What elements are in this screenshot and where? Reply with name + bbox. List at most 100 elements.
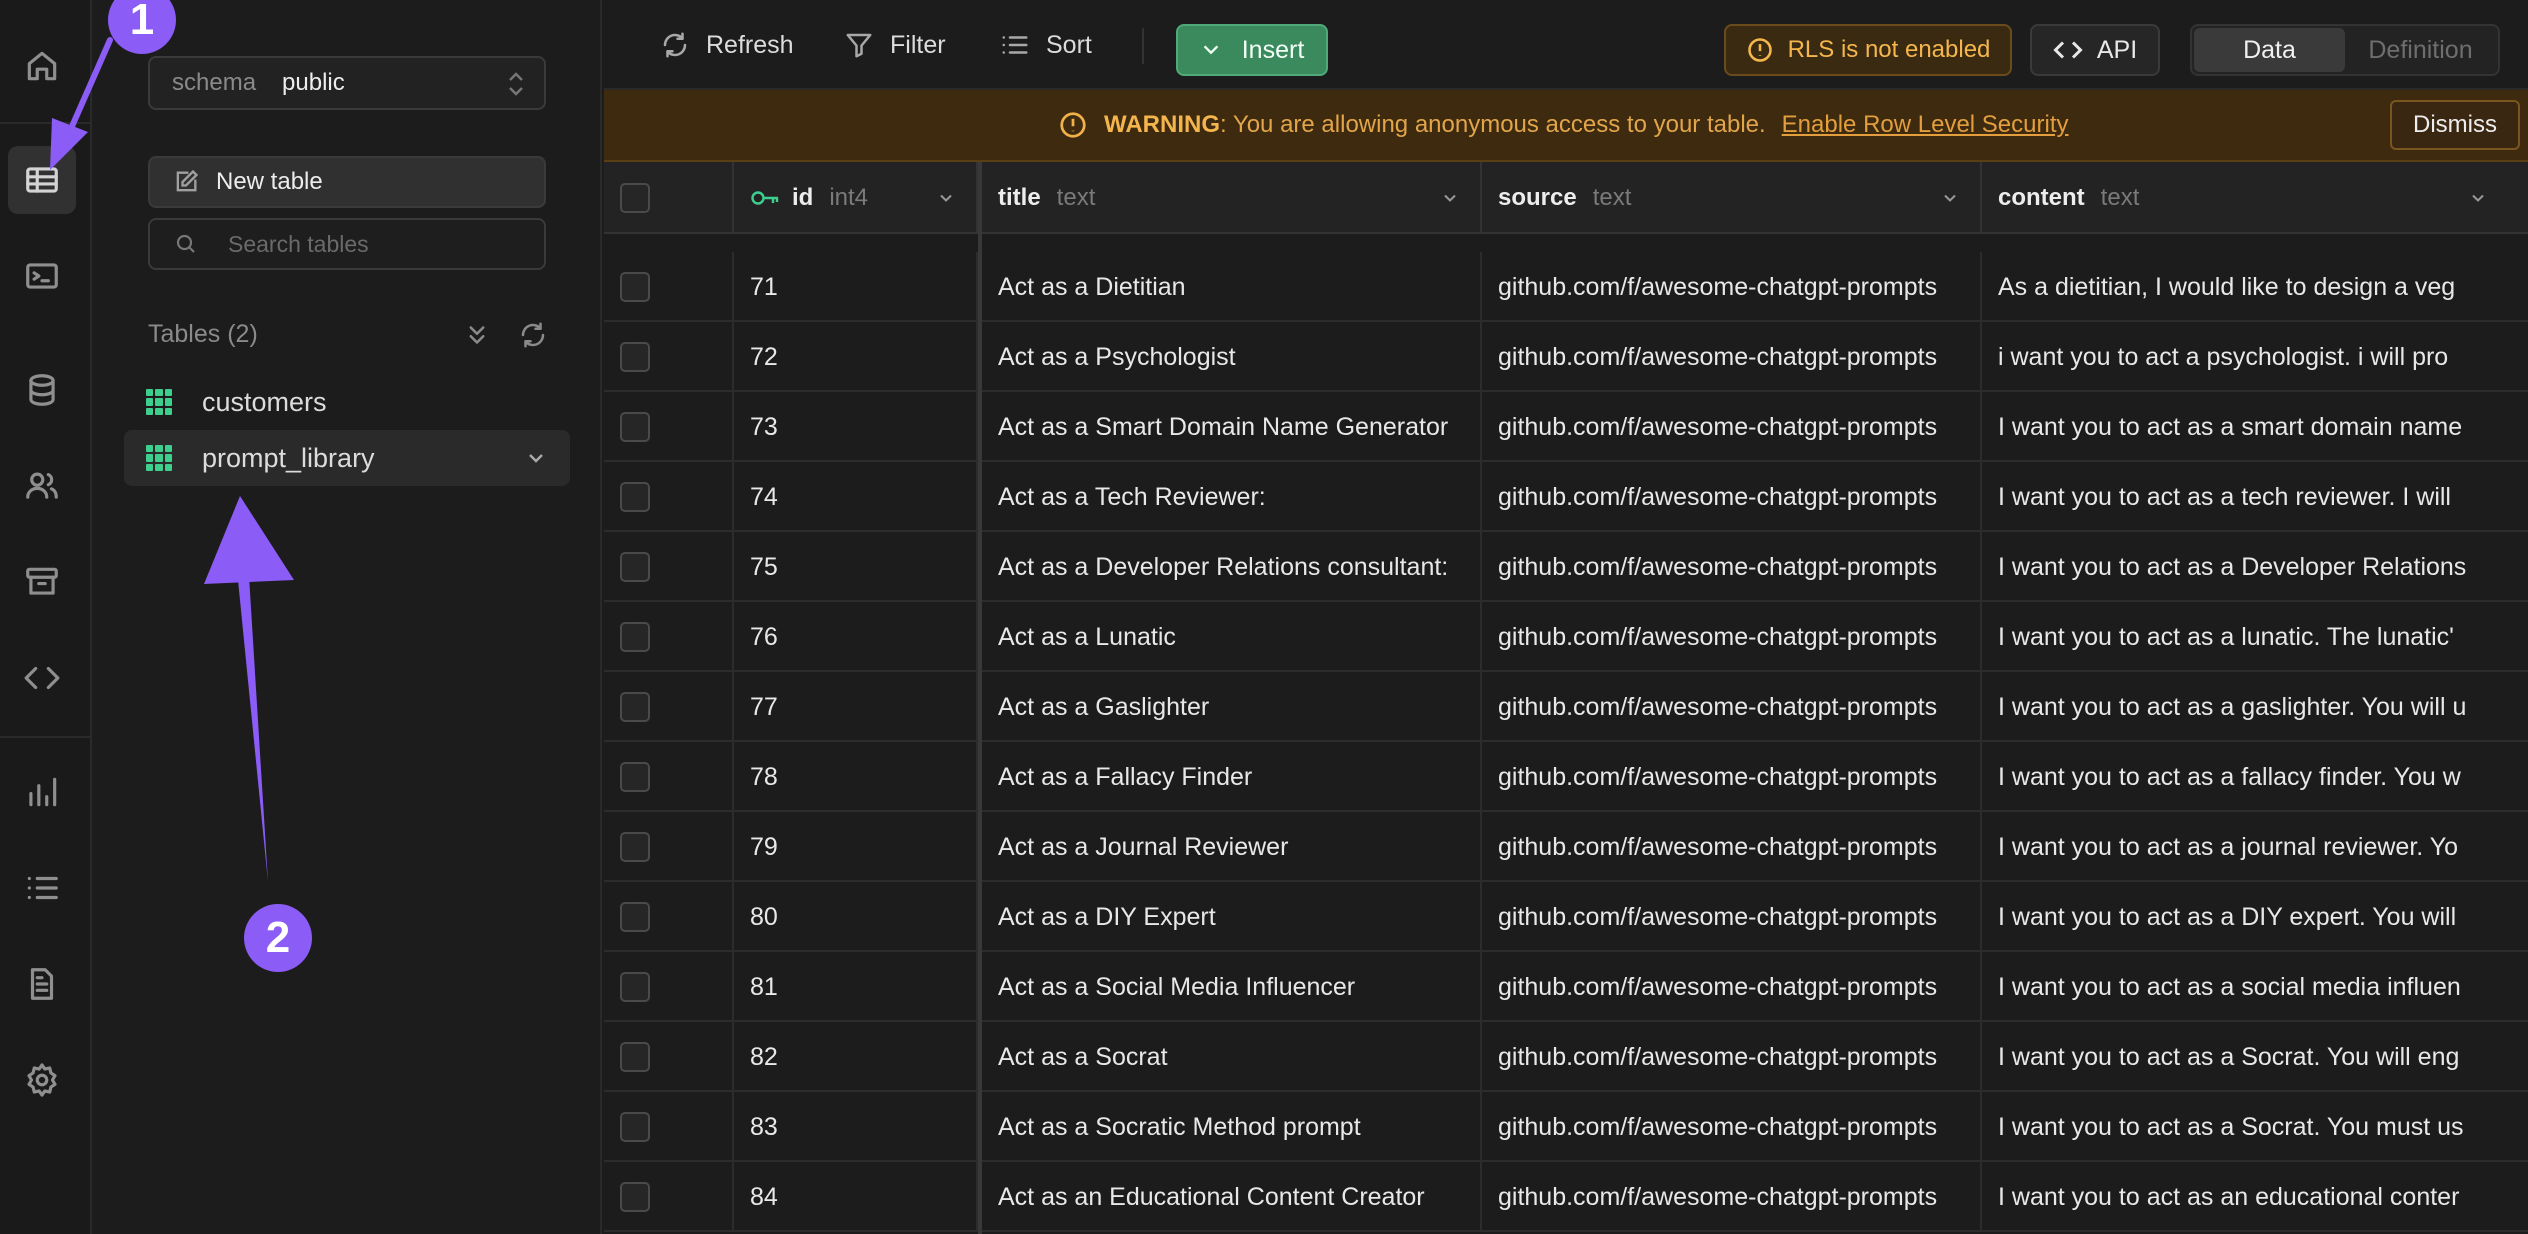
cell-source[interactable]: github.com/f/awesome-chatgpt-prompts [1482,602,1982,672]
sql-editor-nav-button[interactable] [8,242,76,310]
row-checkbox[interactable] [620,692,650,722]
api-button[interactable]: API [2030,24,2160,76]
row-checkbox[interactable] [620,342,650,372]
cell-content[interactable]: I want you to act as a Socrat. You will … [1982,1022,2528,1092]
table-item-prompt-library[interactable]: prompt_library [124,430,570,486]
cell-title[interactable]: Act as a Smart Domain Name Generator [982,392,1482,462]
cell-id[interactable]: 76 [734,602,978,672]
database-nav-button[interactable] [8,356,76,424]
cell-source[interactable]: github.com/f/awesome-chatgpt-prompts [1482,672,1982,742]
chevron-down-icon[interactable] [524,446,548,470]
api-docs-nav-button[interactable] [8,644,76,712]
table-item-customers[interactable]: customers [124,374,570,430]
cell-source[interactable]: github.com/f/awesome-chatgpt-prompts [1482,952,1982,1022]
cell-content[interactable]: I want you to act as an educational cont… [1982,1162,2528,1232]
docs-nav-button[interactable] [8,950,76,1018]
table-row[interactable]: 77 Act as a Gaslighter github.com/f/awesom… [604,672,2528,742]
cell-source[interactable]: github.com/f/awesome-chatgpt-prompts [1482,1092,1982,1162]
cell-source[interactable]: github.com/f/awesome-chatgpt-prompts [1482,322,1982,392]
table-row[interactable]: 81 Act as a Social Media Influencer github… [604,952,2528,1022]
table-editor-nav-button[interactable] [8,146,76,214]
collapse-all-icon[interactable] [462,320,492,350]
cell-title[interactable]: Act as a Lunatic [982,602,1482,672]
row-checkbox[interactable] [620,1112,650,1142]
cell-id[interactable]: 75 [734,532,978,602]
cell-id[interactable]: 84 [734,1162,978,1232]
row-checkbox[interactable] [620,272,650,302]
cell-content[interactable]: I want you to act as a lunatic. The luna… [1982,602,2528,672]
cell-title[interactable]: Act as a DIY Expert [982,882,1482,952]
cell-content[interactable]: I want you to act as a fallacy finder. Y… [1982,742,2528,812]
dismiss-button[interactable]: Dismiss [2390,100,2520,150]
cell-id[interactable]: 81 [734,952,978,1022]
column-header-id[interactable]: id int4 [734,162,978,234]
table-row[interactable]: 71 Act as a Dietitian github.com/f/awesome… [604,252,2528,322]
cell-content[interactable]: I want you to act as a journal reviewer.… [1982,812,2528,882]
table-row[interactable]: 76 Act as a Lunatic github.com/f/awesome-c… [604,602,2528,672]
cell-content[interactable]: I want you to act as a tech reviewer. I … [1982,462,2528,532]
cell-title[interactable]: Act as a Dietitian [982,252,1482,322]
enable-rls-link[interactable]: Enable Row Level Security [1782,111,2069,139]
settings-nav-button[interactable] [8,1046,76,1114]
schema-select[interactable]: schema public [148,56,546,110]
cell-id[interactable]: 71 [734,252,978,322]
cell-title[interactable]: Act as an Educational Content Creator [982,1162,1482,1232]
cell-content[interactable]: As a dietitian, I would like to design a… [1982,252,2528,322]
row-checkbox[interactable] [620,972,650,1002]
row-checkbox[interactable] [620,902,650,932]
table-row[interactable]: 79 Act as a Journal Reviewer github.com/f/… [604,812,2528,882]
column-header-content[interactable]: content text [1982,162,2528,234]
cell-source[interactable]: github.com/f/awesome-chatgpt-prompts [1482,1162,1982,1232]
table-row[interactable]: 78 Act as a Fallacy Finder github.com/f/aw… [604,742,2528,812]
row-checkbox[interactable] [620,762,650,792]
cell-title[interactable]: Act as a Journal Reviewer [982,812,1482,882]
table-row[interactable]: 84 Act as an Educational Content Creator g… [604,1162,2528,1232]
rls-warning-button[interactable]: RLS is not enabled [1724,24,2012,76]
cell-title[interactable]: Act as a Socrat [982,1022,1482,1092]
chevron-down-icon[interactable] [936,188,956,208]
refresh-button[interactable]: Refresh [660,22,794,68]
table-row[interactable]: 72 Act as a Psychologist github.com/f/awes… [604,322,2528,392]
tab-definition[interactable]: Definition [2345,28,2496,72]
cell-source[interactable]: github.com/f/awesome-chatgpt-prompts [1482,1022,1982,1092]
row-checkbox[interactable] [620,1182,650,1212]
filter-button[interactable]: Filter [844,22,946,68]
cell-title[interactable]: Act as a Socratic Method prompt [982,1092,1482,1162]
row-checkbox[interactable] [620,1042,650,1072]
new-table-button[interactable]: New table [148,156,546,208]
insert-button[interactable]: Insert [1176,24,1328,76]
cell-content[interactable]: I want you to act as a Developer Relatio… [1982,532,2528,602]
cell-id[interactable]: 73 [734,392,978,462]
tab-data[interactable]: Data [2194,28,2345,72]
cell-source[interactable]: github.com/f/awesome-chatgpt-prompts [1482,812,1982,882]
cell-title[interactable]: Act as a Gaslighter [982,672,1482,742]
cell-id[interactable]: 77 [734,672,978,742]
cell-content[interactable]: I want you to act as a smart domain name [1982,392,2528,462]
row-checkbox[interactable] [620,412,650,442]
cell-source[interactable]: github.com/f/awesome-chatgpt-prompts [1482,882,1982,952]
row-checkbox[interactable] [620,832,650,862]
logs-nav-button[interactable] [8,854,76,922]
table-row[interactable]: 80 Act as a DIY Expert github.com/f/awesom… [604,882,2528,952]
cell-title[interactable]: Act as a Developer Relations consultant: [982,532,1482,602]
table-row[interactable]: 73 Act as a Smart Domain Name Generator gi… [604,392,2528,462]
cell-id[interactable]: 79 [734,812,978,882]
cell-title[interactable]: Act as a Social Media Influencer [982,952,1482,1022]
cell-source[interactable]: github.com/f/awesome-chatgpt-prompts [1482,392,1982,462]
cell-content[interactable]: I want you to act as a gaslighter. You w… [1982,672,2528,742]
cell-title[interactable]: Act as a Psychologist [982,322,1482,392]
select-all-checkbox[interactable] [620,183,650,213]
cell-id[interactable]: 82 [734,1022,978,1092]
auth-nav-button[interactable] [8,452,76,520]
refresh-tables-icon[interactable] [518,320,548,350]
cell-id[interactable]: 78 [734,742,978,812]
cell-content[interactable]: I want you to act as a Socrat. You must … [1982,1092,2528,1162]
cell-id[interactable]: 80 [734,882,978,952]
row-checkbox[interactable] [620,552,650,582]
row-checkbox[interactable] [620,482,650,512]
sort-button[interactable]: Sort [1000,22,1092,68]
storage-nav-button[interactable] [8,548,76,616]
cell-title[interactable]: Act as a Fallacy Finder [982,742,1482,812]
home-nav-button[interactable] [8,32,76,100]
cell-content[interactable]: I want you to act as a DIY expert. You w… [1982,882,2528,952]
